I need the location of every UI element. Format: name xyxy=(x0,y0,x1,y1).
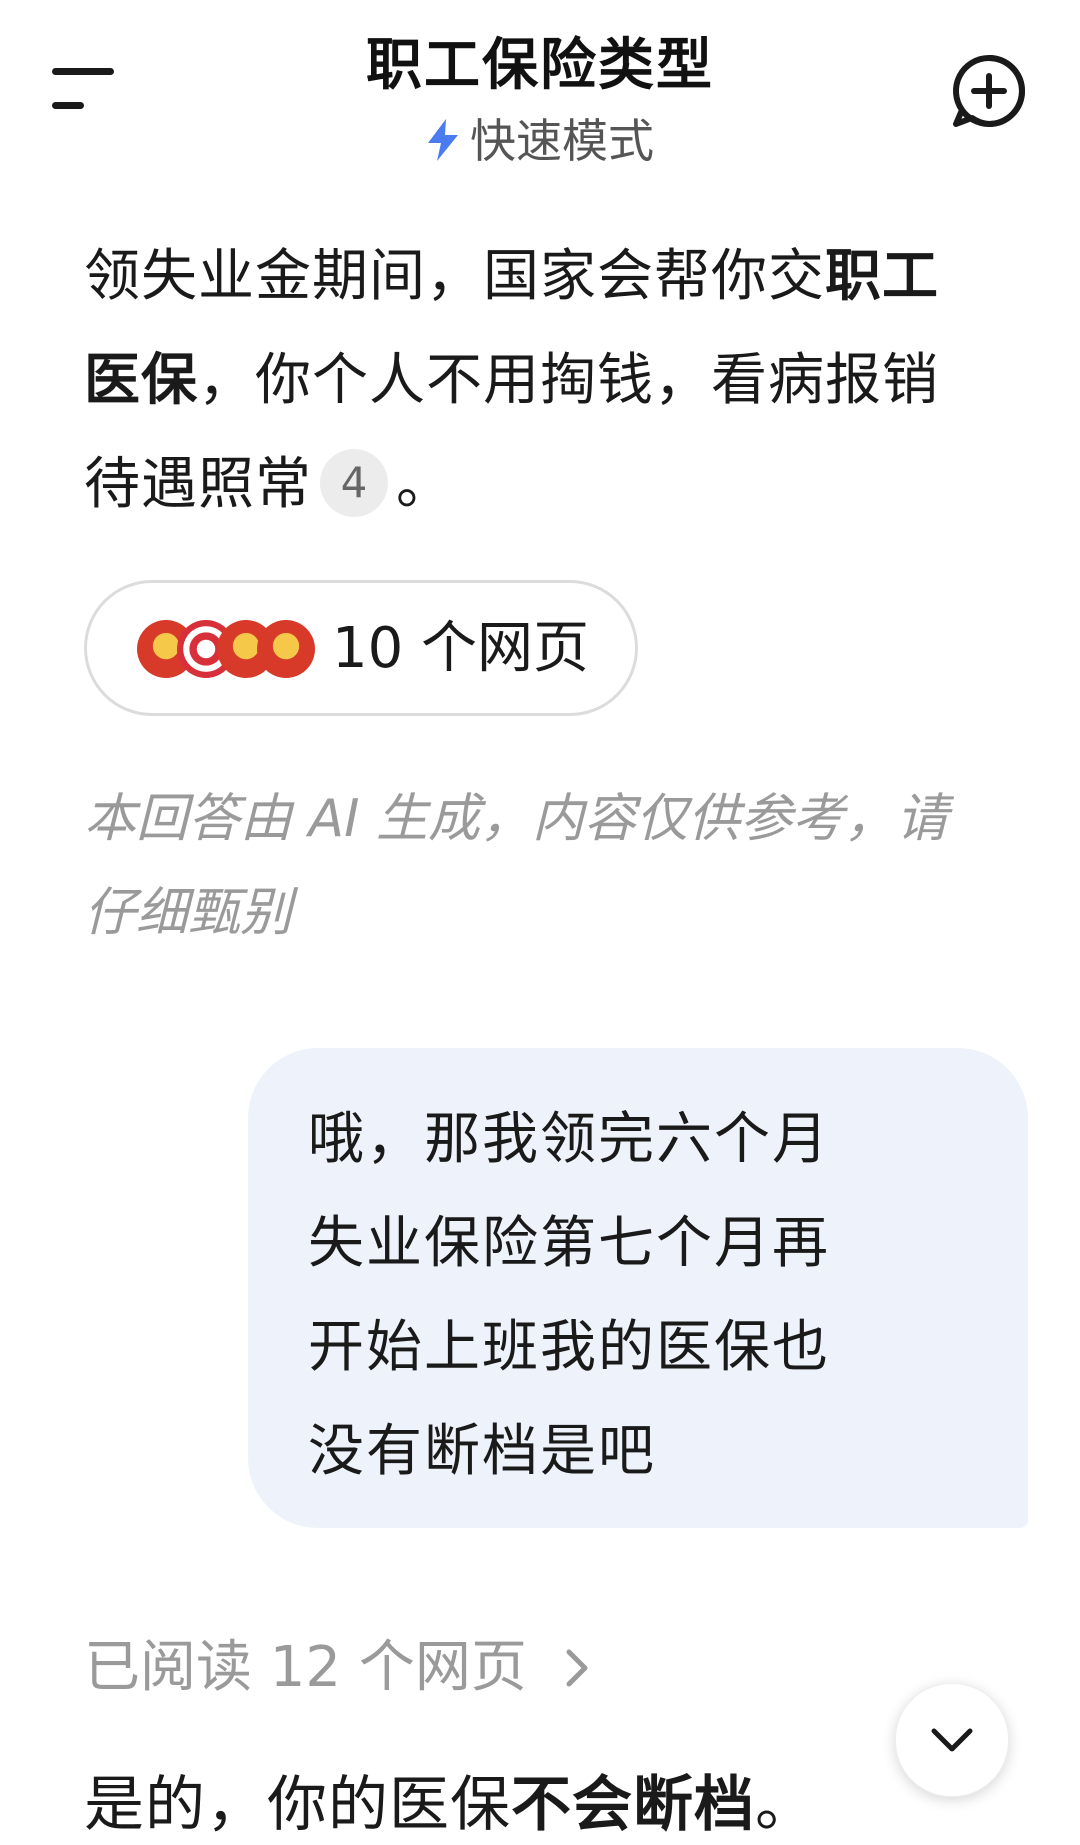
ai-disclaimer: 本回答由 AI 生成，内容仅供参考，请仔细甄别 xyxy=(84,789,948,943)
user-message-bubble[interactable]: 哦，那我领完六个月 失业保险第七个月再 开始上班我的医保也 没有断档是吧 xyxy=(248,1048,1028,1528)
answer-text: 。 xyxy=(396,452,453,517)
sources-label: 10 个网页 xyxy=(332,616,590,681)
sources-button[interactable]: 10 个网页 xyxy=(84,580,638,716)
chevron-right-icon xyxy=(563,1630,591,1687)
top-bar: 职工保险类型 快速模式 xyxy=(0,0,1080,175)
page-title: 职工保险类型 xyxy=(366,33,714,98)
answer-bold-text: 不会断档 xyxy=(511,1770,755,1840)
new-chat-plus-icon[interactable] xyxy=(950,52,1028,130)
answer-text: ，你个人不用掏钱，看病报销待遇照常 xyxy=(84,348,939,517)
user-message-line: 没有断档是吧 xyxy=(308,1419,656,1484)
read-pages-label: 已阅读 12 个网页 xyxy=(84,1635,527,1700)
assistant-answer-final: 是的，你的医保不会断档。 xyxy=(84,1765,816,1845)
answer-text: 。 xyxy=(755,1770,816,1840)
chevron-down-icon xyxy=(931,1728,973,1752)
user-message-line: 开始上班我的医保也 xyxy=(308,1315,830,1380)
mode-indicator[interactable]: 快速模式 xyxy=(0,105,1080,171)
lightning-icon xyxy=(426,118,460,161)
read-pages-link[interactable]: 已阅读 12 个网页 xyxy=(84,1628,591,1708)
answer-text: 领失业金期间，国家会帮你交 xyxy=(84,244,825,309)
assistant-answer: 领失业金期间，国家会帮你交职工医保，你个人不用掏钱，看病报销待遇照常 4。 xyxy=(84,225,984,537)
gov-emblem-icon xyxy=(257,620,315,678)
mode-label: 快速模式 xyxy=(470,114,654,168)
user-message-line: 失业保险第七个月再 xyxy=(308,1211,830,1276)
citation-badge[interactable]: 4 xyxy=(320,449,388,517)
user-message-line: 哦，那我领完六个月 xyxy=(308,1107,830,1172)
scroll-to-bottom-button[interactable] xyxy=(895,1683,1009,1797)
answer-text: 是的，你的医保 xyxy=(84,1770,511,1840)
